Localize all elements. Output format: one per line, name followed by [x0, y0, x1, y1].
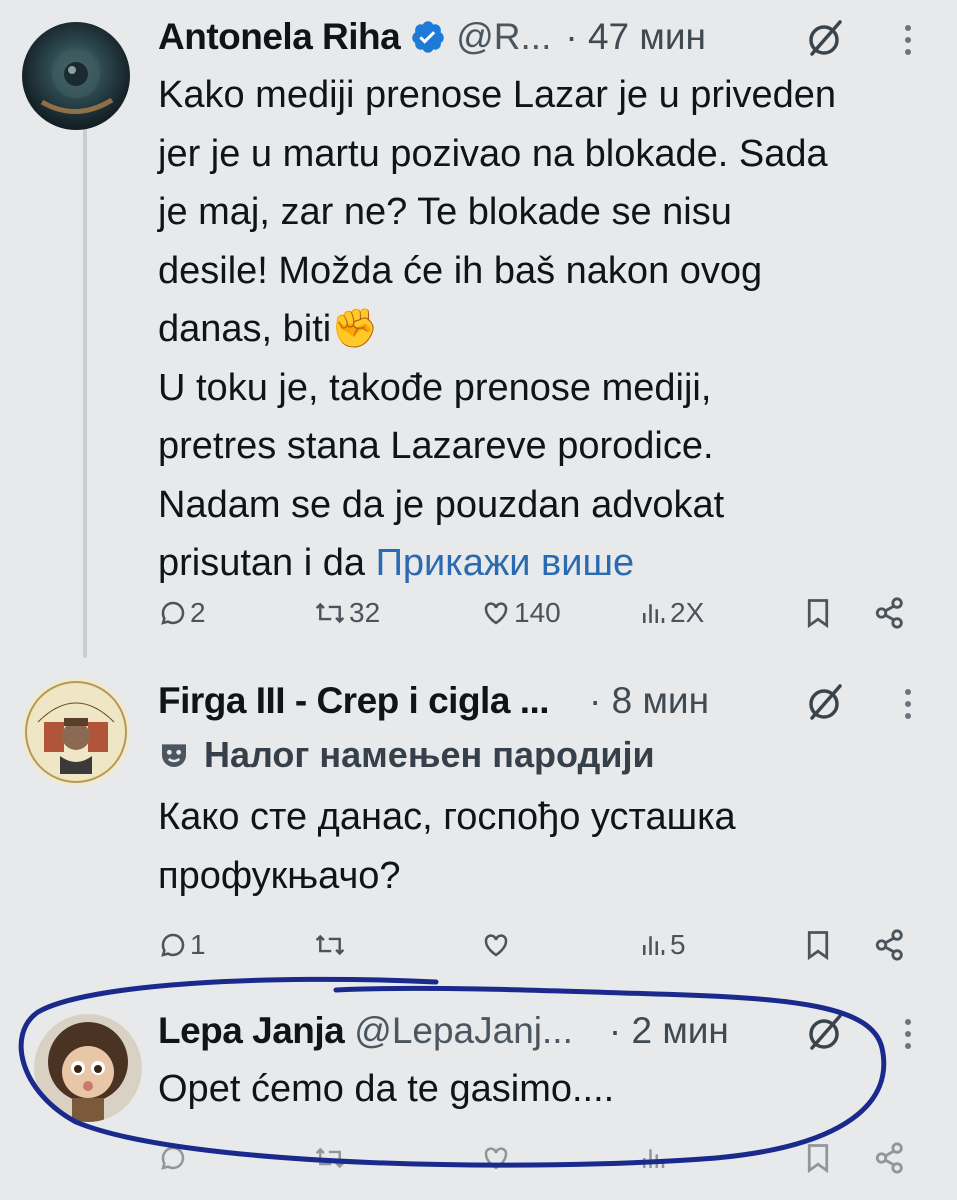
tweet-antonela-riha[interactable]: Antonela Riha @R... · 47 мин Kako mediji… [0, 0, 957, 660]
verified-badge-icon [410, 19, 446, 55]
tweet-text: Kako mediji prenose Lazar je u priveden … [158, 66, 928, 593]
like-button[interactable]: 140 [480, 588, 561, 638]
share-icon [875, 597, 903, 629]
tweet-lepa-janja[interactable]: Lepa Janja @LepaJanj... · 2 мин Opet ćem… [0, 990, 957, 1200]
bookmark-button[interactable] [803, 588, 833, 638]
bookmark-icon [807, 1144, 829, 1174]
tweet-text: Opet ćemo da te gasimo.... [158, 1060, 928, 1119]
repost-button[interactable]: 32 [313, 588, 380, 638]
bookmark-icon [807, 931, 829, 961]
tweet-body: Kako mediji prenose Lazar je u priveden … [158, 74, 837, 584]
repost-icon [315, 934, 345, 956]
timestamp[interactable]: · 8 мин [589, 680, 709, 722]
like-button[interactable] [480, 920, 512, 970]
reply-button[interactable] [158, 1133, 188, 1183]
views-count: 5 [670, 929, 686, 960]
tweet-body: Opet ćemo da te gasimo.... [158, 1068, 615, 1110]
like-icon [484, 602, 508, 625]
repost-icon [315, 1147, 345, 1169]
repost-icon [315, 602, 345, 624]
views-count: 2X [670, 597, 705, 628]
grok-icon[interactable] [804, 680, 848, 724]
bookmark-icon [807, 599, 829, 629]
like-icon [484, 934, 508, 957]
repost-button[interactable] [313, 1133, 347, 1183]
avatar[interactable] [22, 678, 130, 786]
timestamp[interactable]: · 47 мин [565, 16, 706, 58]
tweet-firga[interactable]: Firga III - Crep i cigla ... · 8 мин Нал… [0, 660, 957, 990]
views-button[interactable]: 5 [638, 920, 686, 970]
like-icon [484, 1147, 508, 1170]
reply-count: 1 [190, 929, 206, 960]
show-more-link[interactable]: Прикажи више [376, 542, 635, 584]
like-button[interactable] [480, 1133, 512, 1183]
more-icon[interactable] [902, 22, 914, 62]
author-name[interactable]: Firga III - Crep i cigla ... [158, 680, 550, 722]
tweet-header: Firga III - Crep i cigla ... · 8 мин [158, 676, 709, 726]
bookmark-button[interactable] [803, 920, 833, 970]
share-icon [875, 1142, 903, 1174]
reply-count: 2 [190, 597, 206, 628]
parody-mask-icon [162, 744, 186, 767]
author-handle[interactable]: @LepaJanj... [354, 1010, 573, 1052]
more-icon[interactable] [902, 686, 914, 726]
tweet-header: Lepa Janja @LepaJanj... · 2 мин [158, 1006, 729, 1056]
grok-icon[interactable] [804, 1010, 848, 1054]
avatar[interactable] [22, 22, 130, 130]
views-icon [643, 604, 665, 623]
views-icon [643, 936, 665, 955]
author-handle[interactable]: @R... [456, 16, 551, 58]
like-count: 140 [514, 597, 561, 628]
tweet-body: Како сте данас, госпођо усташка профукња… [158, 796, 736, 897]
grok-icon[interactable] [804, 16, 848, 60]
views-button[interactable]: 2X [638, 588, 704, 638]
avatar[interactable] [34, 1014, 142, 1122]
tweet-text: Како сте данас, госпођо усташка профукња… [158, 788, 928, 905]
reply-icon [161, 1146, 185, 1170]
tweet-actions: 2 32 140 2X [158, 588, 918, 638]
reply-button[interactable]: 2 [158, 588, 206, 638]
more-icon[interactable] [902, 1016, 914, 1056]
share-button[interactable] [873, 588, 907, 638]
tweet-actions [158, 1133, 918, 1183]
reply-button[interactable]: 1 [158, 920, 206, 970]
repost-count: 32 [349, 597, 381, 628]
tweet-actions: 1 5 [158, 920, 918, 970]
bookmark-button[interactable] [803, 1133, 833, 1183]
parody-label-text: Налог намењен пародији [204, 734, 655, 775]
parody-label: Налог намењен пародији [158, 734, 655, 776]
author-name[interactable]: Lepa Janja [158, 1010, 345, 1052]
share-button[interactable] [873, 1133, 907, 1183]
reply-icon [161, 933, 185, 957]
author-name[interactable]: Antonela Riha [158, 16, 401, 58]
share-icon [875, 929, 903, 961]
tweet-header: Antonela Riha @R... · 47 мин [158, 12, 706, 62]
share-button[interactable] [873, 920, 907, 970]
views-button[interactable] [638, 1133, 668, 1183]
repost-button[interactable] [313, 920, 347, 970]
reply-icon [161, 601, 185, 625]
timestamp[interactable]: · 2 мин [609, 1010, 729, 1052]
views-icon [643, 1149, 665, 1168]
